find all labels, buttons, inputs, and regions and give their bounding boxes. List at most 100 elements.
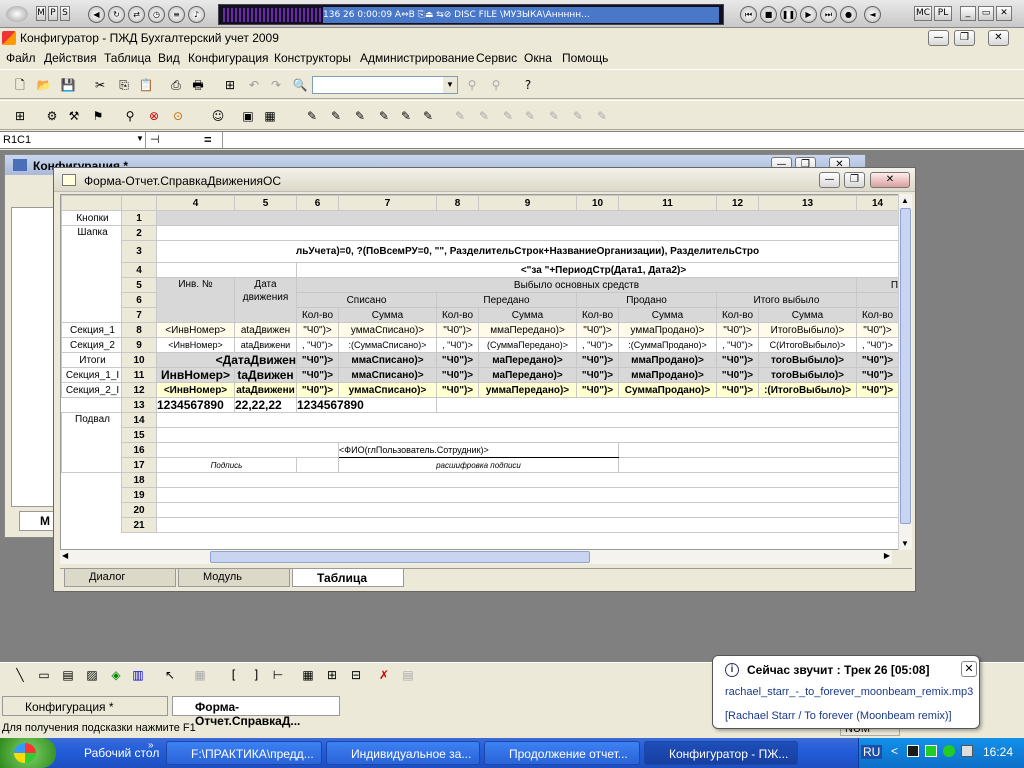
table-cell[interactable]: ммаПродано)> — [618, 367, 717, 383]
help-icon[interactable]: ? — [520, 77, 536, 93]
header-itogo-cell[interactable]: Итого выбыло — [716, 292, 857, 308]
wizard-6-icon[interactable]: ✎ — [420, 108, 436, 124]
menu-constructors[interactable]: Конструкторы — [274, 51, 351, 65]
taskbar-item-folder[interactable]: F:\ПРАКТИКА\предд... — [166, 741, 322, 765]
table-cell[interactable]: <ИнвНомер> — [156, 322, 235, 338]
player-shuffle-icon[interactable]: ⇄ — [128, 6, 145, 23]
section-label-sekc2[interactable]: Секция_2 — [61, 337, 122, 353]
pin-icon[interactable]: ⊣ — [150, 133, 160, 146]
player-eq-icon[interactable]: ≡ — [168, 6, 185, 23]
header-vybylo-cell[interactable]: Выбыло основных средств — [296, 277, 857, 293]
scroll-left-icon[interactable]: ◀ — [62, 551, 68, 560]
table-cell[interactable]: "Ч0")> — [856, 367, 899, 383]
wizard-12-icon[interactable]: ✎ — [570, 108, 586, 124]
player-next-icon[interactable]: ⏭ — [820, 6, 837, 23]
row-header[interactable]: 1 — [121, 210, 157, 226]
section-label-shapka[interactable]: Шапка — [61, 225, 122, 323]
section-label-knopki[interactable]: Кнопки — [61, 210, 122, 226]
row-header[interactable]: 16 — [121, 442, 157, 458]
table-cell[interactable]: уммаПродано)> — [618, 322, 717, 338]
table-cell[interactable]: :(СуммаПродано)> — [618, 337, 717, 353]
taskbar-item-word-2[interactable]: Продолжение отчет... — [484, 741, 640, 765]
player-p-button[interactable]: P — [48, 6, 58, 21]
table-cell[interactable]: тогоВыбыло)> — [758, 367, 857, 383]
player-prev-icon[interactable]: ◀ — [88, 6, 105, 23]
picture-tool-icon[interactable]: ▨ — [84, 667, 100, 683]
table-cell[interactable]: уммаСписано)> — [338, 382, 437, 398]
find-next-icon[interactable]: ⚲ — [464, 77, 480, 93]
table-cell[interactable]: 22,22,22 — [234, 397, 297, 413]
print-icon[interactable]: ⎙ — [168, 77, 184, 93]
find-prev-icon[interactable]: ⚲ — [488, 77, 504, 93]
row-header[interactable]: 10 — [121, 352, 157, 368]
menu-view[interactable]: Вид — [158, 51, 180, 65]
table-cell[interactable]: ИтогоВыбыло)> — [758, 322, 857, 338]
table-cell[interactable]: уммаПередано)> — [478, 382, 577, 398]
row-header[interactable]: 3 — [121, 240, 157, 263]
save-icon[interactable]: 💾 — [60, 77, 76, 93]
summa-header[interactable]: Сумма — [618, 307, 717, 323]
print-preview-icon[interactable]: 🖶 — [190, 77, 206, 93]
chart-tool-icon[interactable]: ▥ — [130, 667, 146, 683]
header-date-cell[interactable]: Дата движения — [234, 277, 297, 323]
notification-tag[interactable]: [Rachael Starr / To forever (Moonbeam re… — [725, 710, 952, 722]
wizard-9-icon[interactable]: ✎ — [500, 108, 516, 124]
col-header[interactable]: 5 — [234, 195, 297, 211]
menu-table[interactable]: Таблица — [104, 51, 151, 65]
row-header[interactable]: 15 — [121, 427, 157, 443]
table-cell[interactable]: "Ч0")> — [296, 322, 339, 338]
row-header[interactable]: 18 — [121, 472, 157, 488]
table-cell[interactable]: "Ч0")> — [716, 352, 759, 368]
tray-app-icon[interactable] — [907, 745, 919, 757]
form-restore-icon[interactable]: ❐ — [844, 172, 865, 188]
table-cell[interactable]: "Ч0")> — [576, 352, 619, 368]
table-cell[interactable]: ммаСписано)> — [338, 367, 437, 383]
scroll-up-icon[interactable]: ▲ — [901, 196, 909, 205]
summa-header[interactable]: Сумма — [758, 307, 857, 323]
tab-module[interactable]: Модуль — [178, 569, 290, 587]
table-cell[interactable]: "Ч0")> — [436, 352, 479, 368]
table-cell[interactable]: "Ч0")> — [716, 322, 759, 338]
tray-player-icon[interactable] — [961, 745, 973, 757]
scroll-down-icon[interactable]: ▼ — [901, 539, 909, 548]
table-cell[interactable]: тогоВыбыло)> — [758, 352, 857, 368]
row-header[interactable]: 8 — [121, 322, 157, 338]
cut-icon[interactable]: ✂ — [92, 77, 108, 93]
menu-help[interactable]: Помощь — [562, 51, 608, 65]
table-cell[interactable]: ммаСписано)> — [338, 352, 437, 368]
wizard-13-icon[interactable]: ✎ — [594, 108, 610, 124]
formula-input[interactable] — [222, 132, 1024, 148]
kol-header[interactable]: Кол-во — [296, 307, 339, 323]
text-tool-icon[interactable]: ▤ — [60, 667, 76, 683]
row-header[interactable]: 2 — [121, 225, 157, 241]
table-cell[interactable]: , "Ч0")> — [436, 337, 479, 353]
tray-h-icon[interactable] — [925, 745, 937, 757]
row-header[interactable]: 19 — [121, 487, 157, 503]
cell-ref-dropdown-icon[interactable]: ▼ — [136, 134, 144, 143]
notification-file[interactable]: rachael_starr_-_to_forever_moonbeam_remi… — [725, 686, 973, 698]
table-cell[interactable]: 1234567890 — [156, 397, 235, 413]
table-cell[interactable]: , "Ч0")> — [856, 337, 899, 353]
menu-service[interactable]: Сервис — [476, 51, 517, 65]
table-cell[interactable]: :(ИтогоВыбыло)> — [758, 382, 857, 398]
config-open-icon[interactable]: ⚙ — [44, 108, 60, 124]
col-header[interactable]: 11 — [618, 195, 717, 211]
menu-file[interactable]: Файл — [6, 51, 36, 65]
table-cell[interactable]: СуммаПродано)> — [618, 382, 717, 398]
player-stop-icon[interactable]: ■ — [760, 6, 777, 23]
table-cell[interactable]: "Ч0")> — [436, 322, 479, 338]
tab-table[interactable]: Таблица — [292, 569, 404, 587]
table-cell[interactable]: "Ч0")> — [296, 382, 339, 398]
tab-dialog[interactable]: Диалог — [64, 569, 176, 587]
table-cell[interactable]: маПередано)> — [478, 367, 577, 383]
window-tab-form[interactable]: Форма-Отчет.СправкаД... — [172, 696, 340, 728]
table-cell[interactable]: С(ИтогоВыбыло)> — [758, 337, 857, 353]
properties-icon[interactable]: ⊞ — [222, 77, 238, 93]
player-minimize-icon[interactable]: _ — [960, 6, 976, 21]
col-header[interactable]: 14 — [856, 195, 899, 211]
menu-configuration[interactable]: Конфигурация — [188, 51, 269, 65]
wizard-2-icon[interactable]: ✎ — [328, 108, 344, 124]
menu-windows[interactable]: Окна — [524, 51, 552, 65]
form-close-icon[interactable]: ✕ — [870, 172, 910, 188]
cell-ref-field[interactable]: R1C1 — [0, 132, 146, 148]
